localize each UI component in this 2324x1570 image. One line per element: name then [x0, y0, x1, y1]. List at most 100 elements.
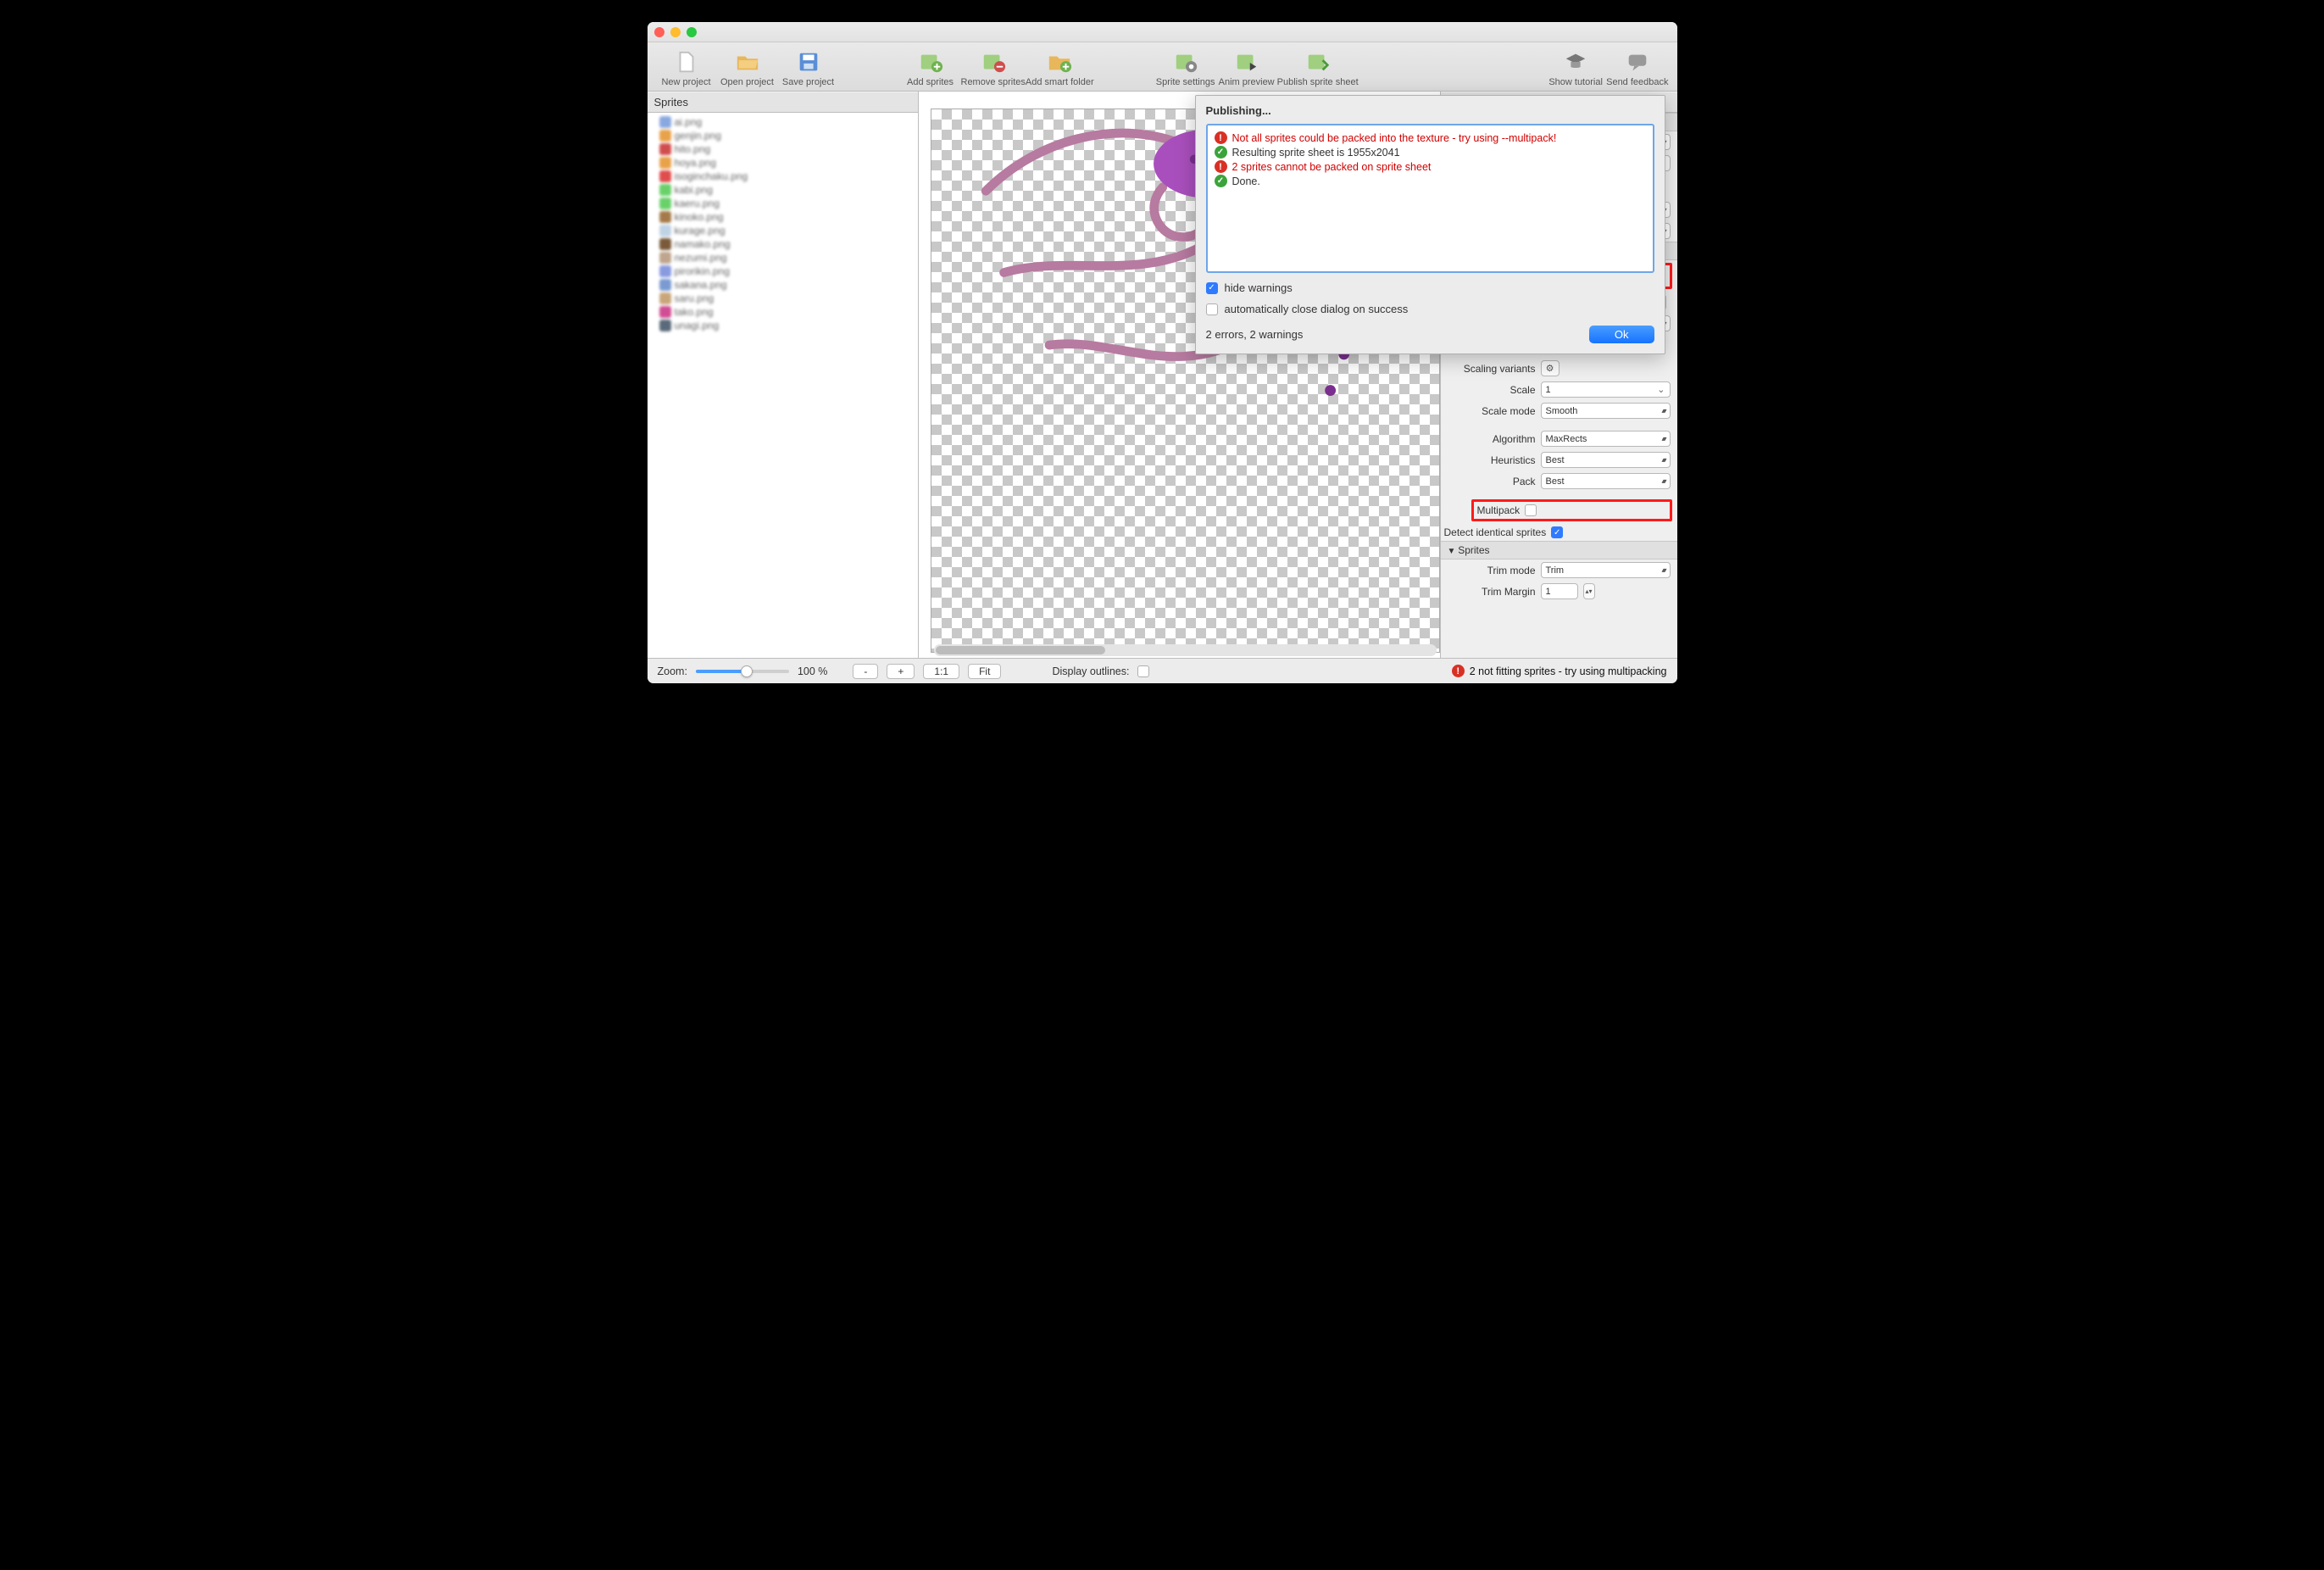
multipack-highlight: Multipack	[1471, 499, 1672, 521]
display-outlines-checkbox[interactable]	[1137, 665, 1149, 677]
show-tutorial-button[interactable]: Show tutorial	[1545, 49, 1606, 87]
list-item[interactable]: hito.png	[653, 142, 913, 156]
remove-sprites-button[interactable]: Remove sprites	[961, 49, 1026, 87]
algorithm-select[interactable]: MaxRects	[1541, 431, 1671, 447]
list-item[interactable]: kinoko.png	[653, 210, 913, 224]
scale-mode-label: Scale mode	[1448, 405, 1536, 417]
toolbar-label: Save project	[782, 77, 834, 87]
auto-close-label: automatically close dialog on success	[1225, 303, 1409, 315]
check-icon	[1215, 146, 1227, 159]
trim-mode-select[interactable]: Trim	[1541, 562, 1671, 578]
save-project-button[interactable]: Save project	[778, 49, 839, 87]
list-item[interactable]: ai.png	[653, 115, 913, 129]
dialog-title: Publishing...	[1206, 104, 1654, 117]
multipack-label: Multipack	[1477, 504, 1521, 516]
toolbar-label: Anim preview	[1219, 77, 1275, 87]
list-item[interactable]: genjin.png	[653, 129, 913, 142]
toolbar-label: Remove sprites	[961, 77, 1026, 87]
zoom-in-button[interactable]: +	[887, 664, 915, 679]
list-item[interactable]: kaeru.png	[653, 197, 913, 210]
zoom-fit-button[interactable]: Fit	[968, 664, 1001, 679]
anim-preview-button[interactable]: Anim preview	[1216, 49, 1277, 87]
dialog-summary: 2 errors, 2 warnings	[1206, 328, 1304, 341]
list-item[interactable]: unagi.png	[653, 319, 913, 332]
status-bar: Zoom: 100 % - + 1:1 Fit Display outlines…	[648, 658, 1677, 683]
list-item[interactable]: tako.png	[653, 305, 913, 319]
close-icon[interactable]	[654, 27, 664, 37]
toolbar-label: Sprite settings	[1156, 77, 1215, 87]
heuristics-select[interactable]: Best	[1541, 452, 1671, 468]
zoom-1-1-button[interactable]: 1:1	[923, 664, 959, 679]
list-item[interactable]: kurage.png	[653, 224, 913, 237]
zoom-icon[interactable]	[687, 27, 697, 37]
publishing-dialog: Publishing... Not all sprites could be p…	[1195, 95, 1665, 354]
list-item[interactable]: nezumi.png	[653, 251, 913, 264]
list-item[interactable]: kabi.png	[653, 183, 913, 197]
toolbar-label: Add smart folder	[1026, 77, 1094, 87]
scale-label: Scale	[1448, 384, 1536, 396]
stepper-icon[interactable]: ▴▾	[1583, 583, 1595, 599]
log-line: 2 sprites cannot be packed on sprite she…	[1215, 159, 1646, 174]
sprite-settings-button[interactable]: Sprite settings	[1155, 49, 1216, 87]
canvas-panel: Publishing... Not all sprites could be p…	[919, 92, 1440, 658]
zoom-out-button[interactable]: -	[853, 664, 878, 679]
log-line: Done.	[1215, 174, 1646, 188]
list-item[interactable]: namako.png	[653, 237, 913, 251]
log-box: Not all sprites could be packed into the…	[1206, 124, 1654, 273]
add-smart-folder-button[interactable]: Add smart folder	[1026, 49, 1094, 87]
horizontal-scrollbar[interactable]	[934, 644, 1437, 656]
titlebar[interactable]	[648, 22, 1677, 42]
trim-margin-input[interactable]: 1	[1541, 583, 1578, 599]
send-feedback-button[interactable]: Send feedback	[1606, 49, 1668, 87]
minimize-icon[interactable]	[670, 27, 681, 37]
multipack-checkbox[interactable]	[1525, 504, 1537, 516]
add-sprites-button[interactable]: Add sprites	[900, 49, 961, 87]
new-project-button[interactable]: New project	[656, 49, 717, 87]
display-outlines-label: Display outlines:	[1052, 665, 1129, 677]
list-item[interactable]: pirorikin.png	[653, 264, 913, 278]
hide-warnings-label: hide warnings	[1225, 281, 1293, 294]
zoom-value: 100 %	[798, 665, 827, 677]
detect-identical-label: Detect identical sprites	[1444, 526, 1547, 538]
app-window: New project Open project Save project Ad…	[648, 22, 1677, 683]
scale-mode-select[interactable]: Smooth	[1541, 403, 1671, 419]
scaling-variants-label: Scaling variants	[1448, 363, 1536, 375]
pack-select[interactable]: Best	[1541, 473, 1671, 489]
sprite-list[interactable]: ai.pnggenjin.pnghito.pnghoya.pngisoginch…	[648, 113, 918, 335]
list-item[interactable]: isoginchaku.png	[653, 170, 913, 183]
ok-button[interactable]: Ok	[1589, 326, 1654, 343]
heuristics-label: Heuristics	[1448, 454, 1536, 466]
toolbar-label: Show tutorial	[1548, 77, 1603, 87]
check-icon	[1215, 175, 1227, 187]
open-project-button[interactable]: Open project	[717, 49, 778, 87]
log-line: Not all sprites could be packed into the…	[1215, 131, 1646, 145]
gear-icon[interactable]: ⚙	[1541, 360, 1560, 376]
error-icon	[1452, 665, 1465, 677]
publish-button[interactable]: Publish sprite sheet	[1277, 49, 1359, 87]
toolbar-label: Add sprites	[907, 77, 954, 87]
hide-warnings-checkbox[interactable]: ✓	[1206, 282, 1218, 294]
status-error: 2 not fitting sprites - try using multip…	[1452, 665, 1667, 677]
detect-identical-checkbox[interactable]: ✓	[1551, 526, 1563, 538]
sprites-panel: Sprites ai.pnggenjin.pnghito.pnghoya.png…	[648, 92, 919, 658]
scale-select[interactable]: 1	[1541, 381, 1671, 398]
toolbar: New project Open project Save project Ad…	[648, 42, 1677, 92]
list-item[interactable]: saru.png	[653, 292, 913, 305]
error-icon	[1215, 160, 1227, 173]
toolbar-label: New project	[661, 77, 710, 87]
zoom-slider[interactable]	[696, 670, 789, 673]
group-sprites[interactable]: Sprites	[1441, 541, 1677, 560]
panel-title: Sprites	[648, 92, 918, 113]
toolbar-label: Publish sprite sheet	[1277, 77, 1359, 87]
list-item[interactable]: hoya.png	[653, 156, 913, 170]
auto-close-checkbox[interactable]	[1206, 303, 1218, 315]
trim-mode-label: Trim mode	[1448, 565, 1536, 576]
toolbar-label: Send feedback	[1606, 77, 1668, 87]
algorithm-label: Algorithm	[1448, 433, 1536, 445]
pack-label: Pack	[1448, 476, 1536, 487]
zoom-label: Zoom:	[658, 665, 687, 677]
error-icon	[1215, 131, 1227, 144]
list-item[interactable]: sakana.png	[653, 278, 913, 292]
window-controls	[654, 27, 697, 37]
toolbar-label: Open project	[720, 77, 774, 87]
